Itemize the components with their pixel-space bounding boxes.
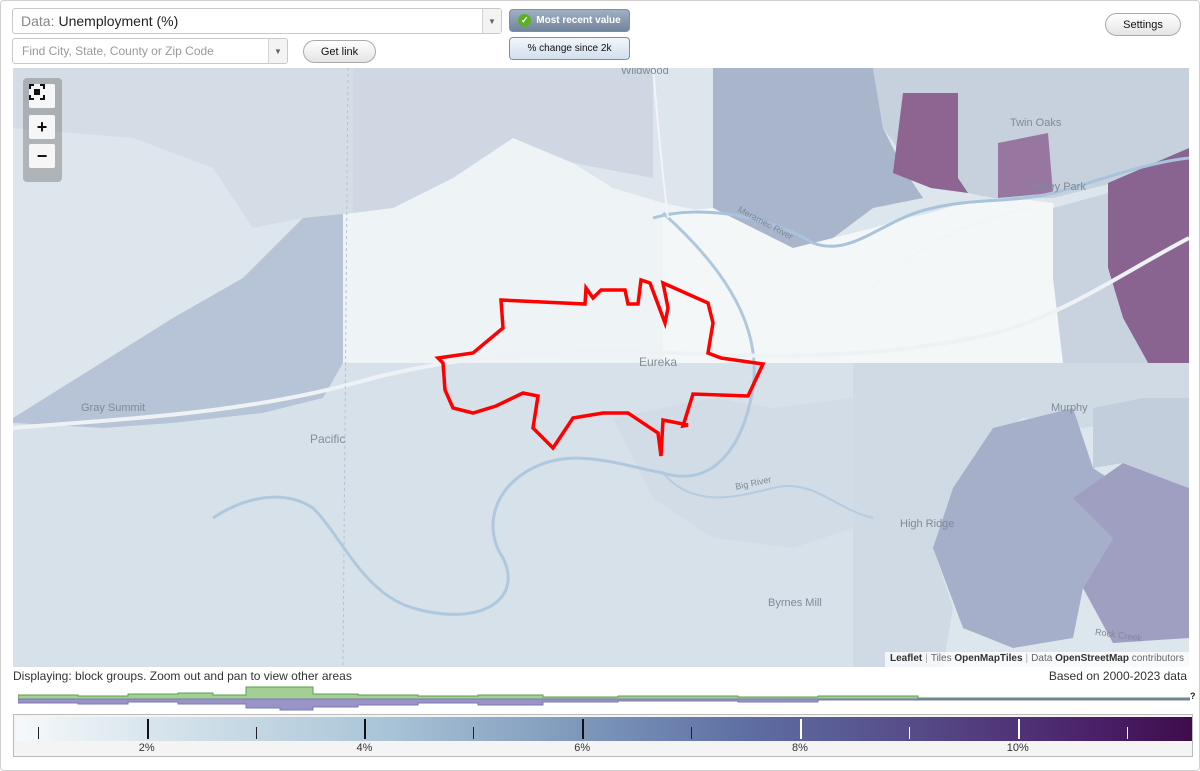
data-prefix: Data — [1031, 653, 1053, 664]
place-label-twin-oaks: Twin Oaks — [1010, 117, 1062, 129]
fullscreen-icon — [29, 84, 45, 100]
legend-minor-tick — [473, 727, 475, 739]
place-label-high-ridge: High Ridge — [900, 518, 955, 530]
tiles-prefix: Tiles — [930, 653, 952, 664]
histogram-purple — [18, 698, 1190, 711]
percent-change-toggle[interactable]: % change since 2k — [509, 37, 630, 60]
map[interactable]: Wildwood Twin Oaks Valley Park Eureka Gr… — [13, 68, 1189, 667]
app-frame: Data: Unemployment (%) ▼ ▼ Get link ✓ Mo… — [0, 0, 1200, 771]
legend-minor-tick — [908, 727, 910, 739]
legend-major-tick — [800, 719, 802, 739]
legend-minor-tick — [255, 727, 257, 739]
legend-major-tick — [364, 719, 367, 739]
legend-gradient-bar — [16, 717, 1192, 741]
most-recent-value-toggle[interactable]: ✓ Most recent value — [509, 9, 630, 32]
legend-minor-tick — [37, 727, 39, 739]
legend-major-tick — [582, 719, 585, 739]
zoom-control: + − — [23, 78, 62, 182]
legend-tick-label: 10% — [1006, 742, 1029, 754]
legend-minor-tick — [691, 727, 693, 739]
openstreetmap-link[interactable]: OpenStreetMap — [1055, 653, 1129, 664]
distribution-histogram — [18, 686, 1190, 711]
settings-button[interactable]: Settings — [1105, 13, 1181, 36]
data-select-value: Unemployment (%) — [58, 13, 179, 29]
checkmark-icon: ✓ — [518, 14, 532, 27]
minus-icon: − — [36, 145, 48, 166]
place-label-gray-summit: Gray Summit — [81, 402, 146, 414]
most-recent-value-label: Most recent value — [536, 15, 621, 26]
search-dropdown-chevron-icon[interactable]: ▼ — [268, 39, 287, 63]
legend-major-tick — [146, 719, 149, 739]
chevron-down-icon[interactable]: ▼ — [482, 9, 501, 33]
legend-tick-label: 8% — [792, 742, 808, 754]
legend-tick-label: 6% — [574, 742, 591, 754]
histogram-green — [18, 686, 1190, 700]
based-on-text: Based on 2000-2023 data — [1048, 669, 1187, 683]
data-select[interactable]: Data: Unemployment (%) ▼ — [12, 8, 502, 34]
map-attribution: Leaflet | Tiles OpenMapTiles | Data OpenStre… — [885, 652, 1189, 667]
map-canvas — [13, 68, 1189, 667]
place-label-valley-park: Valley Park — [1031, 181, 1086, 193]
place-label-byrnes-mill: Byrnes Mill — [768, 597, 822, 609]
legend-major-tick — [1017, 719, 1020, 739]
contributors-text: contributors — [1131, 653, 1184, 664]
displaying-text: Displaying: block groups. Zoom out and p… — [13, 669, 352, 683]
legend-tick-label: 4% — [356, 742, 373, 754]
plus-icon: + — [36, 116, 48, 137]
place-label-eureka: Eureka — [639, 355, 678, 369]
openmaptiles-link[interactable]: OpenMapTiles — [954, 653, 1022, 664]
legend-tick-label: 2% — [138, 742, 155, 754]
zoom-in-button[interactable]: + — [29, 115, 55, 139]
legend-minor-tick — [1126, 727, 1128, 739]
leaflet-link[interactable]: Leaflet — [890, 653, 922, 664]
get-link-button[interactable]: Get link — [303, 40, 376, 63]
place-label-pacific: Pacific — [310, 432, 346, 446]
place-label-wildwood: Wildwood — [621, 68, 669, 77]
zoom-out-button[interactable]: − — [29, 144, 55, 168]
color-legend: 2% 4% 6% 8% 10% — [13, 714, 1193, 757]
place-label-murphy: Murphy — [1051, 402, 1088, 414]
data-select-prefix: Data: — [21, 13, 55, 29]
histogram-help-icon[interactable]: ? — [1190, 691, 1196, 701]
fullscreen-button[interactable] — [29, 84, 55, 108]
location-search-input[interactable] — [12, 38, 288, 64]
